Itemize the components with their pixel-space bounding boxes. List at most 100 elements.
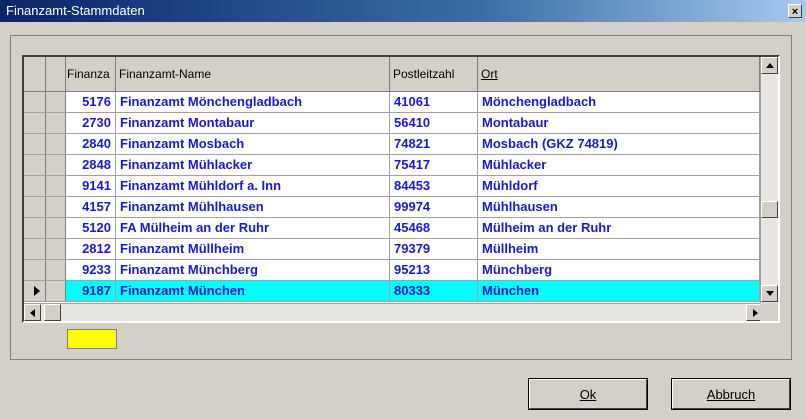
ok-button[interactable]: Ok	[528, 378, 648, 410]
table-row[interactable]: 9233 Finanzamt Münchberg 95213 Münchberg	[24, 260, 760, 281]
cell-finanzamt-nr[interactable]: 9187	[66, 281, 116, 301]
table-row[interactable]: 2848 Finanzamt Mühlacker 75417 Mühlacker	[24, 155, 760, 176]
grid-header: Finanza Finanzamt-Name Postleitzahl Ort	[24, 57, 760, 92]
cell-finanzamt-name[interactable]: Finanzamt Mosbach	[116, 134, 390, 154]
cell-ort[interactable]: Mülheim an der Ruhr	[478, 218, 760, 238]
header-ort[interactable]: Ort	[478, 57, 760, 91]
cell-postleitzahl[interactable]: 80333	[390, 281, 478, 301]
cell-ort[interactable]: Mühlacker	[478, 155, 760, 175]
cell-postleitzahl[interactable]: 75417	[390, 155, 478, 175]
row-selector[interactable]	[46, 197, 66, 217]
cell-finanzamt-name[interactable]: Finanzamt Montabaur	[116, 113, 390, 133]
row-selector[interactable]	[46, 92, 66, 112]
cell-finanzamt-nr[interactable]: 2848	[66, 155, 116, 175]
cell-finanzamt-nr[interactable]: 2840	[66, 134, 116, 154]
cell-finanzamt-nr[interactable]: 5120	[66, 218, 116, 238]
cell-ort[interactable]: Münchberg	[478, 260, 760, 280]
cell-ort[interactable]: Mosbach (GKZ 74819)	[478, 134, 760, 154]
dialog-window: Finanzamt-Stammdaten × Finanza Finanzamt…	[0, 0, 806, 419]
cell-finanzamt-nr[interactable]: 4157	[66, 197, 116, 217]
row-selector[interactable]	[46, 218, 66, 238]
cell-finanzamt-name[interactable]: Finanzamt Mühlhausen	[116, 197, 390, 217]
cell-finanzamt-name[interactable]: Finanzamt Mühlacker	[116, 155, 390, 175]
cell-postleitzahl[interactable]: 79379	[390, 239, 478, 259]
cell-postleitzahl[interactable]: 56410	[390, 113, 478, 133]
cell-postleitzahl[interactable]: 84453	[390, 176, 478, 196]
row-header[interactable]	[24, 155, 46, 175]
row-header[interactable]	[24, 176, 46, 196]
table-row[interactable]: 5120 FA Mülheim an der Ruhr 45468 Mülheim a…	[24, 218, 760, 239]
cell-finanzamt-name[interactable]: Finanzamt Mönchengladbach	[116, 92, 390, 112]
cell-ort[interactable]: München	[478, 281, 760, 301]
scroll-up-button[interactable]	[761, 57, 778, 74]
table-row[interactable]: 9187 Finanzamt München 80333 München	[24, 281, 760, 302]
scroll-left-button[interactable]	[24, 304, 41, 321]
vertical-scrollbar[interactable]	[760, 57, 778, 303]
row-selector[interactable]	[46, 239, 66, 259]
row-header[interactable]	[24, 260, 46, 280]
row-header[interactable]	[24, 281, 46, 301]
data-grid[interactable]: Finanza Finanzamt-Name Postleitzahl Ort …	[22, 55, 780, 323]
arrow-right-icon	[753, 309, 758, 317]
status-indicator	[67, 329, 117, 349]
row-selector[interactable]	[46, 260, 66, 280]
row-selector[interactable]	[46, 134, 66, 154]
cell-postleitzahl[interactable]: 74821	[390, 134, 478, 154]
row-header[interactable]	[24, 218, 46, 238]
row-header[interactable]	[24, 239, 46, 259]
cancel-button[interactable]: Abbruch	[671, 378, 791, 410]
table-row[interactable]: 2730 Finanzamt Montabaur 56410 Montabaur	[24, 113, 760, 134]
arrow-left-icon	[30, 309, 35, 317]
cell-postleitzahl[interactable]: 45468	[390, 218, 478, 238]
ok-label: Ok	[579, 387, 597, 402]
scroll-corner	[760, 303, 778, 321]
row-pointer-icon	[34, 286, 40, 296]
row-selector[interactable]	[46, 113, 66, 133]
cell-finanzamt-name[interactable]: Finanzamt München	[116, 281, 390, 301]
window-title: Finanzamt-Stammdaten	[6, 3, 145, 18]
row-selector[interactable]	[46, 281, 66, 301]
horizontal-scroll-thumb[interactable]	[44, 304, 61, 321]
header-finanzamt-nr[interactable]: Finanza	[66, 57, 116, 91]
row-selector[interactable]	[46, 176, 66, 196]
close-icon[interactable]: ×	[788, 4, 802, 18]
cancel-label: Abbruch	[706, 387, 756, 402]
scroll-down-button[interactable]	[761, 285, 778, 302]
header-postleitzahl[interactable]: Postleitzahl	[390, 57, 478, 91]
row-selector[interactable]	[46, 155, 66, 175]
cell-finanzamt-nr[interactable]: 2730	[66, 113, 116, 133]
cell-ort[interactable]: Montabaur	[478, 113, 760, 133]
cell-finanzamt-nr[interactable]: 5176	[66, 92, 116, 112]
cell-ort[interactable]: Müllheim	[478, 239, 760, 259]
cell-postleitzahl[interactable]: 95213	[390, 260, 478, 280]
header-finanzamt-name[interactable]: Finanzamt-Name	[116, 57, 390, 91]
cell-ort[interactable]: Mühlhausen	[478, 197, 760, 217]
table-row[interactable]: 4157 Finanzamt Mühlhausen 99974 Mühlhausen	[24, 197, 760, 218]
cell-finanzamt-name[interactable]: Finanzamt Münchberg	[116, 260, 390, 280]
cell-finanzamt-nr[interactable]: 2812	[66, 239, 116, 259]
table-row[interactable]: 5176 Finanzamt Mönchengladbach 41061 Mönche…	[24, 92, 760, 113]
table-row[interactable]: 2812 Finanzamt Müllheim 79379 Müllheim	[24, 239, 760, 260]
row-header[interactable]	[24, 92, 46, 112]
cell-finanzamt-nr[interactable]: 9141	[66, 176, 116, 196]
table-row[interactable]: 2840 Finanzamt Mosbach 74821 Mosbach (GKZ 7…	[24, 134, 760, 155]
header-rowsel	[46, 57, 66, 91]
horizontal-scrollbar[interactable]	[24, 303, 764, 321]
arrow-down-icon	[766, 291, 774, 296]
cell-ort[interactable]: Mönchengladbach	[478, 92, 760, 112]
title-bar[interactable]: Finanzamt-Stammdaten ×	[0, 0, 806, 22]
row-header[interactable]	[24, 197, 46, 217]
arrow-up-icon	[766, 63, 774, 68]
cell-postleitzahl[interactable]: 99974	[390, 197, 478, 217]
cell-finanzamt-name[interactable]: FA Mülheim an der Ruhr	[116, 218, 390, 238]
header-corner	[24, 57, 46, 91]
cell-finanzamt-nr[interactable]: 9233	[66, 260, 116, 280]
table-row[interactable]: 9141 Finanzamt Mühldorf a. Inn 84453 Mühldo…	[24, 176, 760, 197]
cell-finanzamt-name[interactable]: Finanzamt Müllheim	[116, 239, 390, 259]
vertical-scroll-thumb[interactable]	[761, 201, 778, 218]
cell-ort[interactable]: Mühldorf	[478, 176, 760, 196]
row-header[interactable]	[24, 134, 46, 154]
cell-postleitzahl[interactable]: 41061	[390, 92, 478, 112]
row-header[interactable]	[24, 113, 46, 133]
cell-finanzamt-name[interactable]: Finanzamt Mühldorf a. Inn	[116, 176, 390, 196]
